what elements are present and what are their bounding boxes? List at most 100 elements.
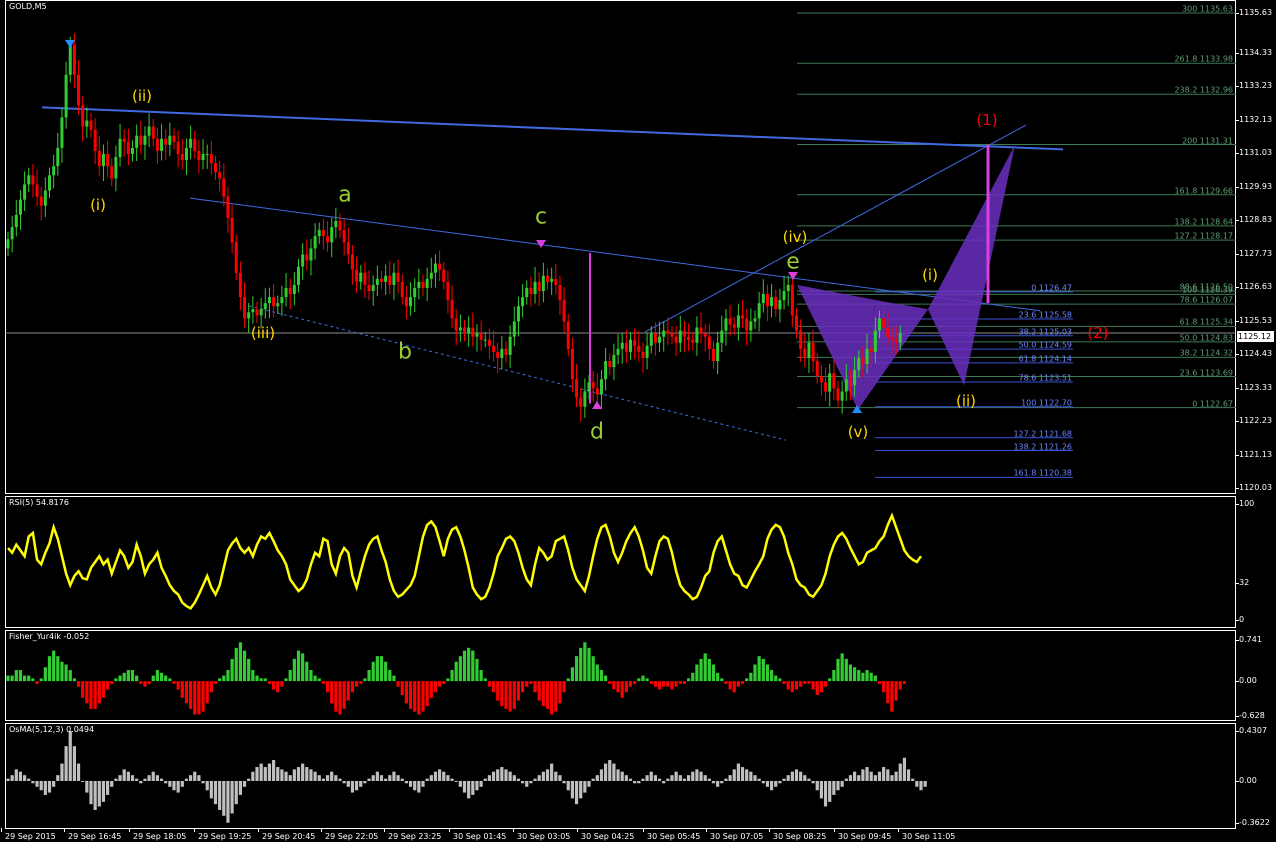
osma-bar [85,780,89,793]
candle [674,325,678,356]
candle [599,369,603,410]
price-axis[interactable]: 1135.63 1134.33 1133.23 1132.13 1131.03 1129.… [1235,0,1276,494]
osma-bar [413,780,417,791]
candle-body [151,126,155,139]
fisher-axis[interactable]: 0.741 0.00 -0.628 [1236,630,1276,721]
candle-body [301,254,305,267]
osma-bar [869,771,873,781]
candle-body [180,153,184,161]
time-axis[interactable]: 29 Sep 2015 29 Sep 16:45 29 Sep 18:05 29 Se… [0,828,1276,842]
fisher-bar [230,658,234,682]
osma-bar [487,775,491,781]
candle [637,330,641,362]
osma-bar [757,778,761,781]
price-axis-tick: 1120.03 [1235,483,1273,492]
fisher-bar [462,650,467,682]
candle-body [68,44,72,75]
fisher-bar [877,681,882,684]
fisher-bar [770,670,774,682]
osma-bar [695,769,699,781]
candle [413,278,417,313]
candle [267,287,271,319]
price-axis-tick: 1122.23 [1235,416,1273,425]
osma-bar [915,780,919,787]
fisher-bar [421,681,425,712]
candle-body [259,309,263,316]
candle-body [533,281,537,295]
candle-body [384,275,388,282]
fisher-pane[interactable]: Fisher_Yur4ik -0.052 0.741 0.00 -0.628 [0,630,1276,721]
price-chart[interactable] [0,0,1236,494]
candle [786,275,790,306]
candle-body [251,309,255,313]
fisher-bar [309,670,313,682]
candle [48,167,51,199]
candle-body [682,330,686,337]
candle-body [853,370,857,386]
osma-bar [47,780,52,793]
candle [346,227,350,264]
candle [666,317,670,345]
candle-body [620,342,624,349]
osma-bar [359,780,363,787]
candle [193,131,197,159]
fisher-bar [786,681,790,690]
osma-bar [106,780,110,795]
osma-bar [18,771,23,781]
candle [31,164,35,198]
candle [39,187,43,221]
candle-body [450,300,454,319]
candle [126,128,130,166]
fisher-bar [408,681,413,709]
osma-bar [438,769,442,781]
osma-bar [408,780,413,787]
rsi-axis[interactable]: 100 32 0 [1235,496,1276,628]
osma-bar [711,780,716,784]
candle [404,285,408,320]
osma-bar [691,771,695,781]
candle-body [39,196,43,206]
candle-body [309,248,313,261]
candle-body [857,357,861,371]
fisher-bar [56,656,60,682]
candle-body [516,306,520,322]
fisher-bar [711,664,716,682]
fisher-bar [898,681,902,690]
candle-body [346,242,350,255]
osma-bar [110,780,114,787]
osma-bar [255,767,259,781]
osma-bar [682,778,687,781]
candle-body [89,120,93,130]
osma-bar [205,780,209,791]
osma-bar [155,775,159,781]
osma-bar [230,780,234,814]
candle [537,272,541,306]
candle [23,171,27,211]
candle-body [861,357,865,365]
candle [819,364,823,396]
candle-body [446,281,450,301]
candle [703,324,707,352]
candle-body [604,361,608,380]
fisher-bar [566,678,570,682]
price-pane[interactable]: GOLD,M5 1135.63 1134.33 1133.23 1132.13 1131… [0,0,1276,494]
fisher-bar [76,681,81,687]
candle-body [375,278,379,285]
fisher-bar [97,681,101,704]
fisher-bar [803,681,807,684]
osma-bar [101,780,106,802]
fisher-bar [525,681,529,687]
candle [247,302,251,334]
fisher-bar [18,670,23,682]
rsi-axis-tick: 100 [1235,499,1255,508]
candle-body [172,135,176,142]
candle-body [595,388,599,395]
osma-axis[interactable]: 0.4307 0.00 -0.3622 [1236,723,1276,829]
candle-body [118,138,122,158]
candle-body [126,141,130,154]
osma-bar [637,780,641,784]
rsi-pane[interactable]: RSI(5) 54.8176 100 32 0 [0,496,1276,628]
fisher-bar [280,681,284,687]
osma-pane[interactable]: OsMA(5,12,3) 0.0494 0.4307 0.00 -0.3622 [0,723,1276,829]
candle [417,268,421,300]
